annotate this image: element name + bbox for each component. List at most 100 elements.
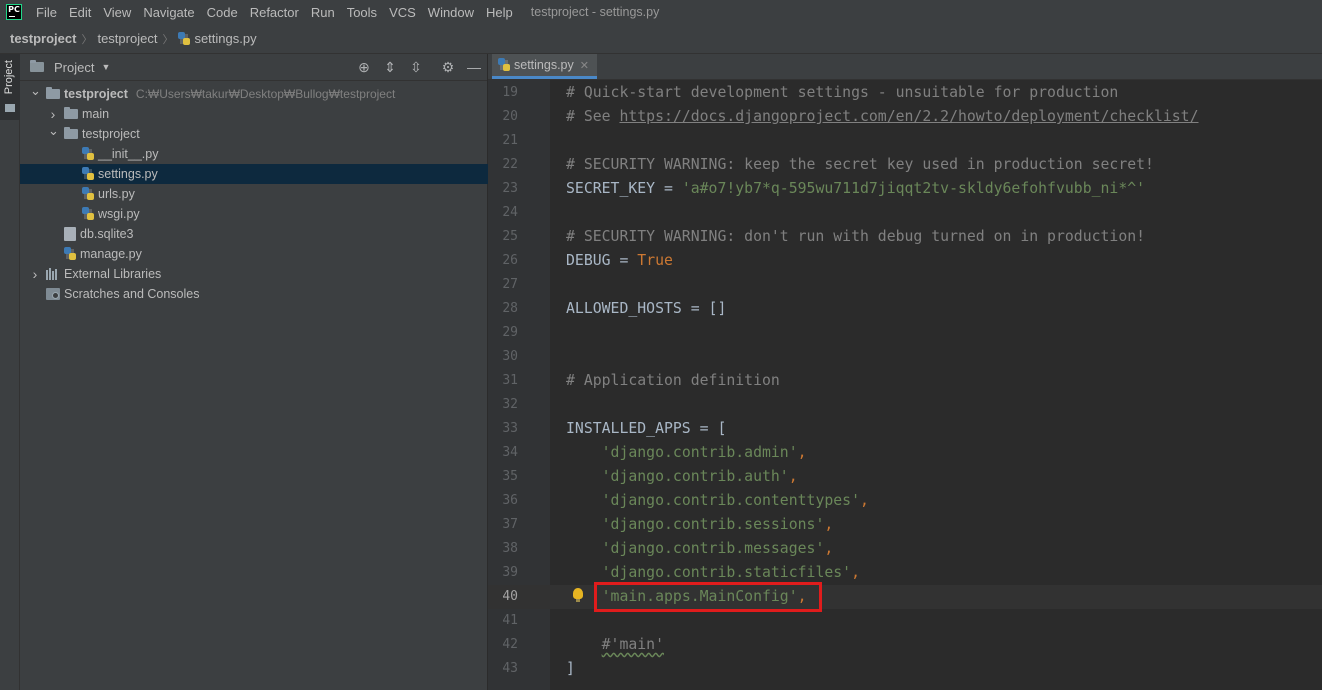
highlight-annotation-box <box>594 582 822 612</box>
code-token: # SECURITY WARNING: don't run with debug… <box>566 228 1146 245</box>
expand-all-icon[interactable]: ⇕ <box>382 59 398 75</box>
line-number: 34 <box>502 445 518 460</box>
code-token: 'django.contrib.staticfiles' <box>601 564 852 581</box>
line-number: 28 <box>502 301 518 316</box>
line-number: 42 <box>502 637 518 652</box>
line-number: 41 <box>502 613 518 628</box>
tree-item-label: main <box>82 107 110 121</box>
line-number: 40 <box>502 589 518 604</box>
project-view-selector[interactable]: Project <box>54 60 94 75</box>
tree-item[interactable]: wsgi.py <box>20 204 488 224</box>
tree-item[interactable]: db.sqlite3 <box>20 224 488 244</box>
menu-run[interactable]: Run <box>305 5 341 20</box>
chevron-right-icon[interactable]: › <box>30 266 40 282</box>
code-token: , <box>788 468 798 485</box>
menu-bar: PC File Edit View Navigate Code Refactor Run To… <box>0 0 1322 24</box>
project-panel-header: Project ▼ ⊕ ⇕ ⇳ ⚙ — <box>20 54 487 81</box>
tree-item-label: db.sqlite3 <box>80 227 134 241</box>
breadcrumb-project[interactable]: testproject <box>10 31 76 46</box>
code-line: INSTALLED_APPS = [ <box>566 417 726 441</box>
tree-item[interactable]: settings.py <box>20 164 488 184</box>
line-number: 20 <box>502 109 518 124</box>
menu-view[interactable]: View <box>97 5 137 20</box>
breadcrumb-package[interactable]: testproject <box>97 31 157 46</box>
tree-item[interactable]: urls.py <box>20 184 488 204</box>
tree-item-label: urls.py <box>98 187 135 201</box>
tree-item[interactable]: ⌄ testproject C:₩Users₩takur₩Desktop₩Bullo… <box>20 83 488 104</box>
tree-item[interactable]: ⌄ testproject <box>20 123 488 144</box>
line-number: 43 <box>502 661 518 676</box>
menu-file[interactable]: File <box>30 5 63 20</box>
code-token: # See <box>566 108 620 125</box>
line-number: 33 <box>502 421 518 436</box>
lightbulb-icon[interactable] <box>573 588 583 602</box>
project-tool-tab[interactable]: Project <box>0 54 20 120</box>
python-file-icon <box>178 31 191 46</box>
menu-refactor[interactable]: Refactor <box>244 5 305 20</box>
line-number: 22 <box>502 157 518 172</box>
line-number: 31 <box>502 373 518 388</box>
code-line: # SECURITY WARNING: don't run with debug… <box>566 225 1145 249</box>
line-number: 27 <box>502 277 518 292</box>
menu-help[interactable]: Help <box>480 5 519 20</box>
chevron-right-icon[interactable]: › <box>48 106 58 122</box>
close-icon[interactable]: ✕ <box>580 59 589 72</box>
tree-item[interactable]: manage.py <box>20 244 488 264</box>
tree-item[interactable]: › External Libraries <box>20 264 488 284</box>
pycharm-logo-icon: PC <box>6 4 22 20</box>
folder-icon <box>64 127 78 139</box>
breadcrumb: testproject 〉 testproject 〉 settings.py <box>0 24 1322 54</box>
line-number: 37 <box>502 517 518 532</box>
tab-settings-py[interactable]: settings.py ✕ <box>492 54 597 79</box>
line-number: 24 <box>502 205 518 220</box>
project-tool-tab-label: Project <box>3 60 15 95</box>
line-number: 21 <box>502 133 518 148</box>
code-line: ] <box>566 657 575 681</box>
tree-item-label: testproject <box>64 87 128 101</box>
tree-item[interactable]: Scratches and Consoles <box>20 284 488 304</box>
line-number: 25 <box>502 229 518 244</box>
gear-icon[interactable]: ⚙ <box>440 59 456 75</box>
tree-item-label: testproject <box>82 127 140 141</box>
line-number: 35 <box>502 469 518 484</box>
caret-down-icon[interactable]: ▼ <box>101 62 110 72</box>
menu-tools[interactable]: Tools <box>341 5 383 20</box>
chevron-right-icon: 〉 <box>162 33 174 46</box>
database-file-icon <box>64 227 76 241</box>
tool-window-strip: Project <box>0 54 20 690</box>
line-number: 36 <box>502 493 518 508</box>
code-line: DEBUG = True <box>566 249 673 273</box>
menu-code[interactable]: Code <box>201 5 244 20</box>
hide-panel-icon[interactable]: — <box>466 59 482 75</box>
tree-item-label: Scratches and Consoles <box>64 287 200 301</box>
breadcrumb-file[interactable]: settings.py <box>178 31 257 46</box>
tree-item[interactable]: __init__.py <box>20 144 488 164</box>
menu-edit[interactable]: Edit <box>63 5 97 20</box>
chevron-down-icon[interactable]: ⌄ <box>48 123 59 139</box>
chevron-down-icon[interactable]: ⌄ <box>30 83 41 99</box>
code-token: # SECURITY WARNING: keep the secret key … <box>566 156 1154 173</box>
code-line: # SECURITY WARNING: keep the secret key … <box>566 153 1154 177</box>
code-line: 'django.contrib.messages', <box>566 537 834 561</box>
code-token: #'main' <box>601 636 664 653</box>
locate-file-icon[interactable]: ⊕ <box>356 59 372 75</box>
menu-vcs[interactable]: VCS <box>383 5 422 20</box>
code-token: 'django.contrib.sessions' <box>601 516 825 533</box>
line-number: 23 <box>502 181 518 196</box>
folder-icon <box>5 104 15 112</box>
chevron-right-icon: 〉 <box>81 33 93 46</box>
menu-window[interactable]: Window <box>422 5 480 20</box>
code-token: , <box>860 492 869 509</box>
project-path-hint: C:₩Users₩takur₩Desktop₩Bullog₩testprojec… <box>135 87 396 101</box>
collapse-all-icon[interactable]: ⇳ <box>408 59 424 75</box>
tree-item[interactable]: › main <box>20 104 488 124</box>
menu-navigate[interactable]: Navigate <box>137 5 200 20</box>
code-token: # Quick-start development settings - uns… <box>566 84 1119 101</box>
python-file-icon <box>82 167 94 181</box>
line-number: 19 <box>502 85 518 100</box>
